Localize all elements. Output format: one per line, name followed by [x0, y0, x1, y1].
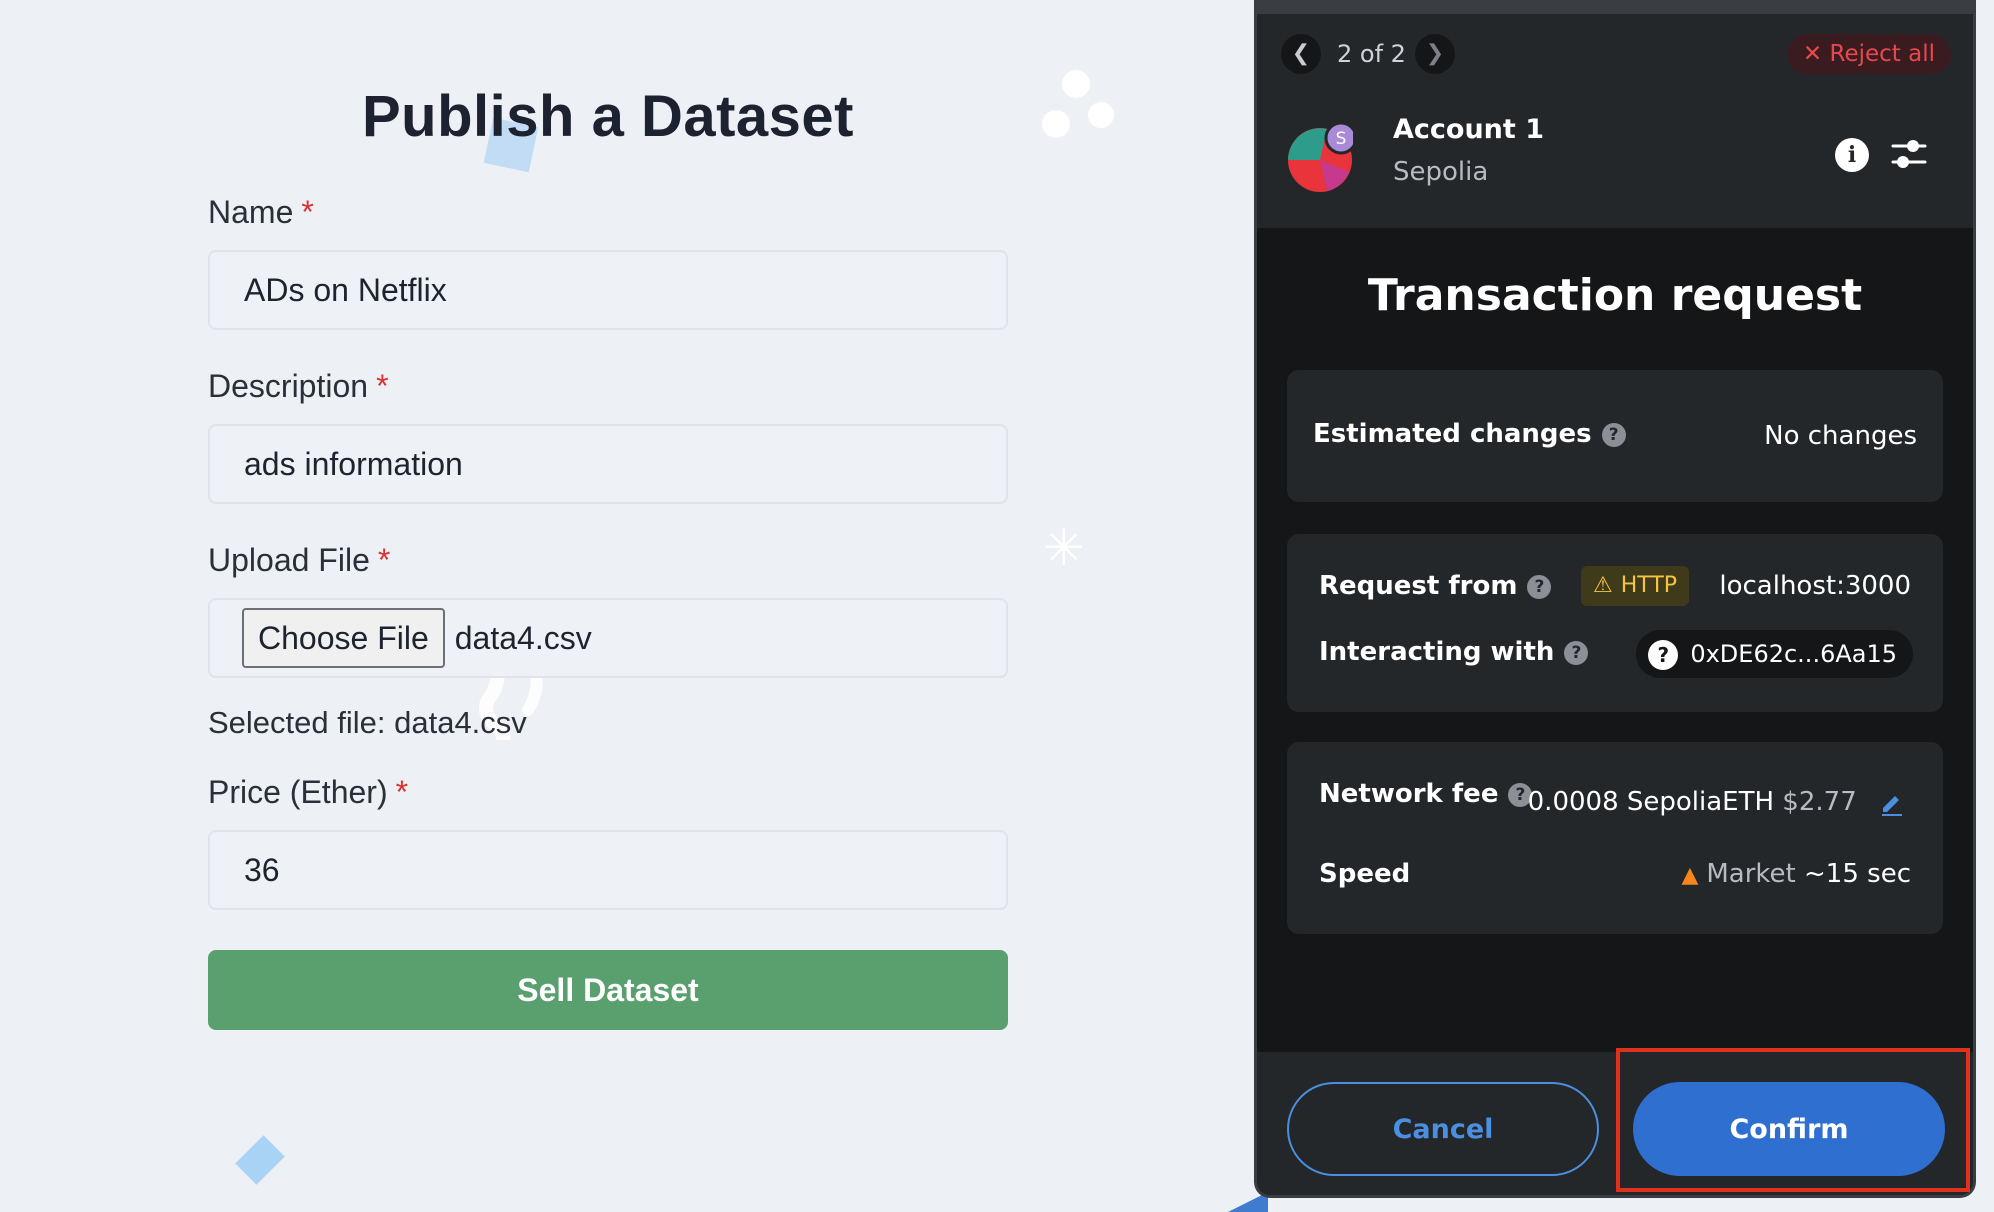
wallet-footer: Cancel Confirm — [1257, 1052, 1973, 1195]
contract-address: 0xDE62c...6Aa15 — [1690, 640, 1897, 668]
avatar-letter: S — [1336, 129, 1347, 149]
selected-file-text: Selected file: data4.csv — [208, 705, 527, 740]
publish-dataset-form: Publish a Dataset Name* Description* Upl… — [208, 70, 1008, 1030]
choose-file-button[interactable]: Choose File — [242, 608, 445, 668]
http-warning-badge: ⚠ HTTP — [1581, 566, 1690, 606]
reject-all-button[interactable]: ✕ Reject all — [1786, 34, 1951, 74]
warning-icon: ⚠ — [1593, 573, 1613, 598]
transaction-title: Transaction request — [1367, 270, 1863, 321]
description-input[interactable] — [208, 424, 1008, 504]
estimated-changes-value: No changes — [1764, 421, 1917, 451]
page-title: Publish a Dataset — [362, 84, 854, 149]
fee-fiat: $2.77 — [1782, 787, 1857, 817]
price-input[interactable] — [208, 830, 1008, 910]
cancel-button[interactable]: Cancel — [1287, 1082, 1599, 1176]
name-label: Name * — [208, 194, 314, 230]
interacting-with-label: Interacting with? — [1319, 634, 1589, 670]
required-mark: * — [395, 774, 409, 810]
close-icon: ✕ — [1802, 41, 1823, 67]
estimated-changes-label: Estimated changes? — [1313, 416, 1626, 452]
price-label: Price (Ether) * — [208, 774, 409, 810]
estimated-changes-card: Estimated changes? No changes — [1287, 370, 1943, 502]
name-input[interactable] — [208, 250, 1008, 330]
decorative-sparkle-icon: ✳ — [1043, 520, 1085, 576]
confirm-button[interactable]: Confirm — [1633, 1082, 1945, 1176]
required-mark: * — [377, 542, 391, 578]
required-mark: * — [376, 368, 389, 404]
chevron-right-icon[interactable]: ❯ — [1415, 34, 1455, 74]
request-counter: 2 of 2 — [1337, 40, 1406, 68]
network-fee-label: Network fee? — [1319, 776, 1533, 812]
help-icon[interactable]: ? — [1564, 640, 1589, 665]
decorative-dot — [1042, 110, 1070, 138]
decorative-dot — [1088, 102, 1114, 128]
request-from-label: Request from? — [1319, 568, 1552, 604]
help-icon[interactable]: ? — [1527, 574, 1552, 599]
sell-dataset-button[interactable]: Sell Dataset — [208, 950, 1008, 1030]
fee-amount: 0.0008 SepoliaETH — [1527, 787, 1775, 817]
account-name[interactable]: Account 1 — [1393, 110, 1544, 150]
wallet-popup: ❮ 2 of 2 ❯ ✕ Reject all S Account 1 Sepo… — [1254, 0, 1976, 1198]
chosen-file-name: data4.csv — [454, 619, 592, 656]
speed-option: Market — [1706, 859, 1796, 889]
contract-address-pill[interactable]: ? 0xDE62c...6Aa15 — [1636, 630, 1913, 678]
network-fee-card: Network fee? 0.0008 SepoliaETH $2.77 Spe… — [1287, 742, 1943, 934]
unknown-contract-icon: ? — [1648, 640, 1679, 670]
upload-file-label: Upload File * — [208, 542, 391, 578]
fox-icon: ▲ — [1681, 863, 1699, 888]
network-fee-value: 0.0008 SepoliaETH $2.77 — [1528, 784, 1905, 820]
account-header: S Account 1 Sepolia i — [1257, 90, 1973, 230]
speed-value[interactable]: ▲ Market ~15 sec — [1681, 856, 1911, 894]
description-label: Description * — [208, 368, 389, 404]
request-navigation: ❮ 2 of 2 ❯ ✕ Reject all — [1257, 14, 1973, 90]
request-details-card: Request from? ⚠ HTTP localhost:3000 Inter… — [1287, 534, 1943, 712]
speed-eta: ~15 sec — [1804, 859, 1911, 889]
edit-pencil-icon[interactable] — [1879, 790, 1905, 816]
account-avatar: S — [1288, 122, 1353, 192]
speed-label: Speed — [1319, 859, 1411, 889]
decorative-dot — [1062, 70, 1090, 98]
file-upload-field: Choose File data4.csv — [208, 598, 1008, 678]
decorative-diamond — [235, 1135, 285, 1185]
info-icon[interactable]: i — [1835, 138, 1869, 172]
request-origin: localhost:3000 — [1719, 571, 1911, 601]
required-mark: * — [301, 194, 314, 230]
network-name: Sepolia — [1393, 157, 1489, 187]
help-icon[interactable]: ? — [1601, 422, 1626, 447]
sliders-icon[interactable] — [1889, 134, 1929, 174]
chevron-left-icon[interactable]: ❮ — [1281, 34, 1321, 74]
